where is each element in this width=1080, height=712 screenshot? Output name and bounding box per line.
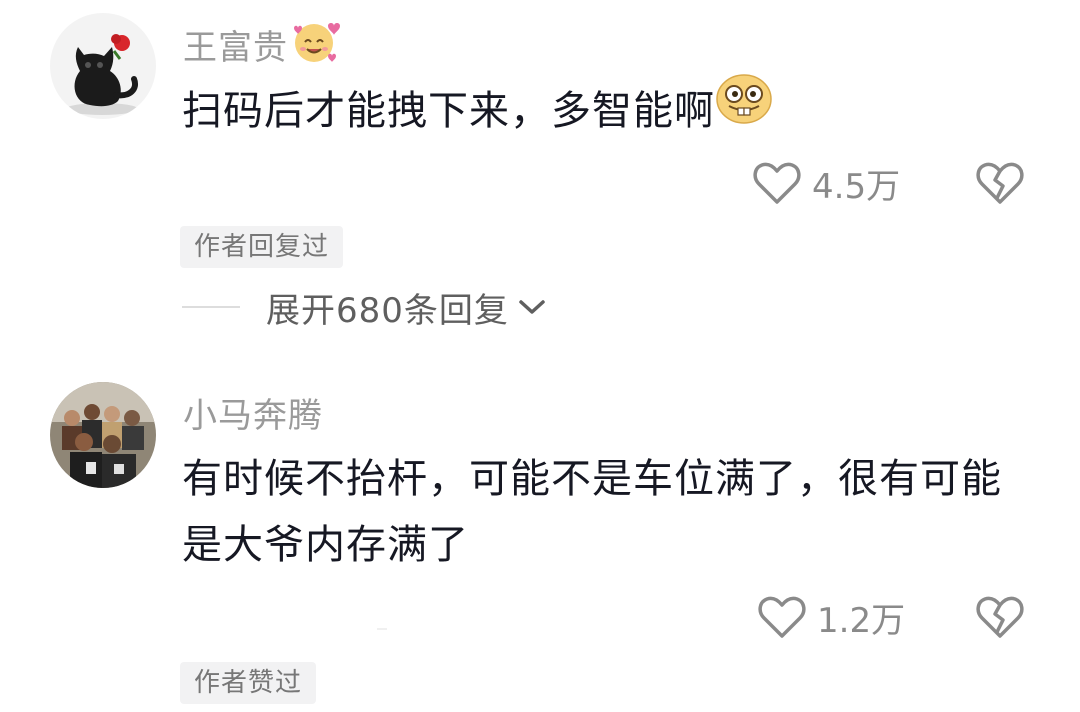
comment-text-content: 扫码后才能拽下来，多智能啊 — [182, 88, 715, 134]
expand-replies-label: 展开680条回复 — [266, 290, 509, 331]
like-button[interactable]: 4.5万 — [752, 158, 900, 208]
avatar[interactable] — [50, 382, 156, 488]
black-cat-avatar-icon — [50, 13, 156, 119]
comment-list: 王富贵 扫码后才能拽下来，多智能啊 4.5万 作者回复过 展开680条回复 小马… — [0, 0, 1080, 712]
smiling-face-with-hearts-icon — [292, 20, 340, 73]
author-liked-badge: 作者赞过 — [180, 662, 317, 704]
like-count: 1.2万 — [817, 600, 906, 641]
username-text[interactable]: 小马奔腾 — [183, 396, 323, 436]
broken-heart-icon — [976, 596, 1024, 638]
heart-outline-icon — [758, 596, 806, 638]
expand-replies-button[interactable]: 展开680条回复 — [182, 282, 547, 332]
username[interactable]: 王富贵 — [183, 20, 340, 73]
comment-text: 扫码后才能拽下来，多智能啊 — [182, 74, 1002, 146]
silly-buck-teeth-face-icon — [715, 72, 773, 146]
username[interactable]: 小马奔腾 — [183, 388, 323, 437]
group-photo-avatar-icon — [50, 382, 156, 488]
heart-outline-icon — [753, 162, 801, 204]
like-count: 4.5万 — [812, 166, 901, 207]
comment-text: 有时候不抬杆，可能不是车位满了，很有可能是大爷内存满了 — [182, 446, 1002, 578]
dislike-button[interactable] — [975, 594, 1025, 644]
author-replied-badge: 作者回复过 — [180, 226, 344, 268]
broken-heart-icon — [976, 162, 1024, 204]
avatar[interactable] — [50, 13, 156, 119]
comment-text-content: 有时候不抬杆，可能不是车位满了，很有可能是大爷内存满了 — [182, 456, 1002, 568]
divider-mark — [377, 628, 387, 630]
dislike-button[interactable] — [975, 160, 1025, 210]
divider-line — [182, 306, 240, 308]
chevron-down-icon — [519, 300, 545, 314]
username-text[interactable]: 王富贵 — [183, 28, 288, 68]
like-button[interactable]: 1.2万 — [757, 592, 905, 642]
